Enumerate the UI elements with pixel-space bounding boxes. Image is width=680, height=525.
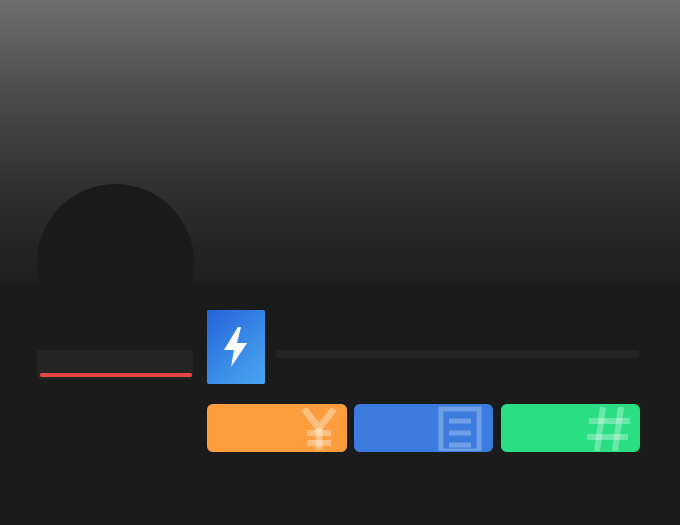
flash-badge[interactable] xyxy=(207,310,265,384)
bio-placeholder xyxy=(275,350,640,358)
stat-card-posts[interactable] xyxy=(354,404,493,452)
username-underline xyxy=(40,373,192,377)
stat-card-money[interactable] xyxy=(207,404,347,452)
hashtag-icon xyxy=(586,404,632,452)
profile-page xyxy=(0,0,680,525)
stat-card-tags[interactable] xyxy=(501,404,640,452)
document-icon xyxy=(437,404,485,452)
yen-icon xyxy=(299,404,339,452)
lightning-bolt-icon xyxy=(224,327,247,367)
avatar[interactable] xyxy=(37,184,194,341)
